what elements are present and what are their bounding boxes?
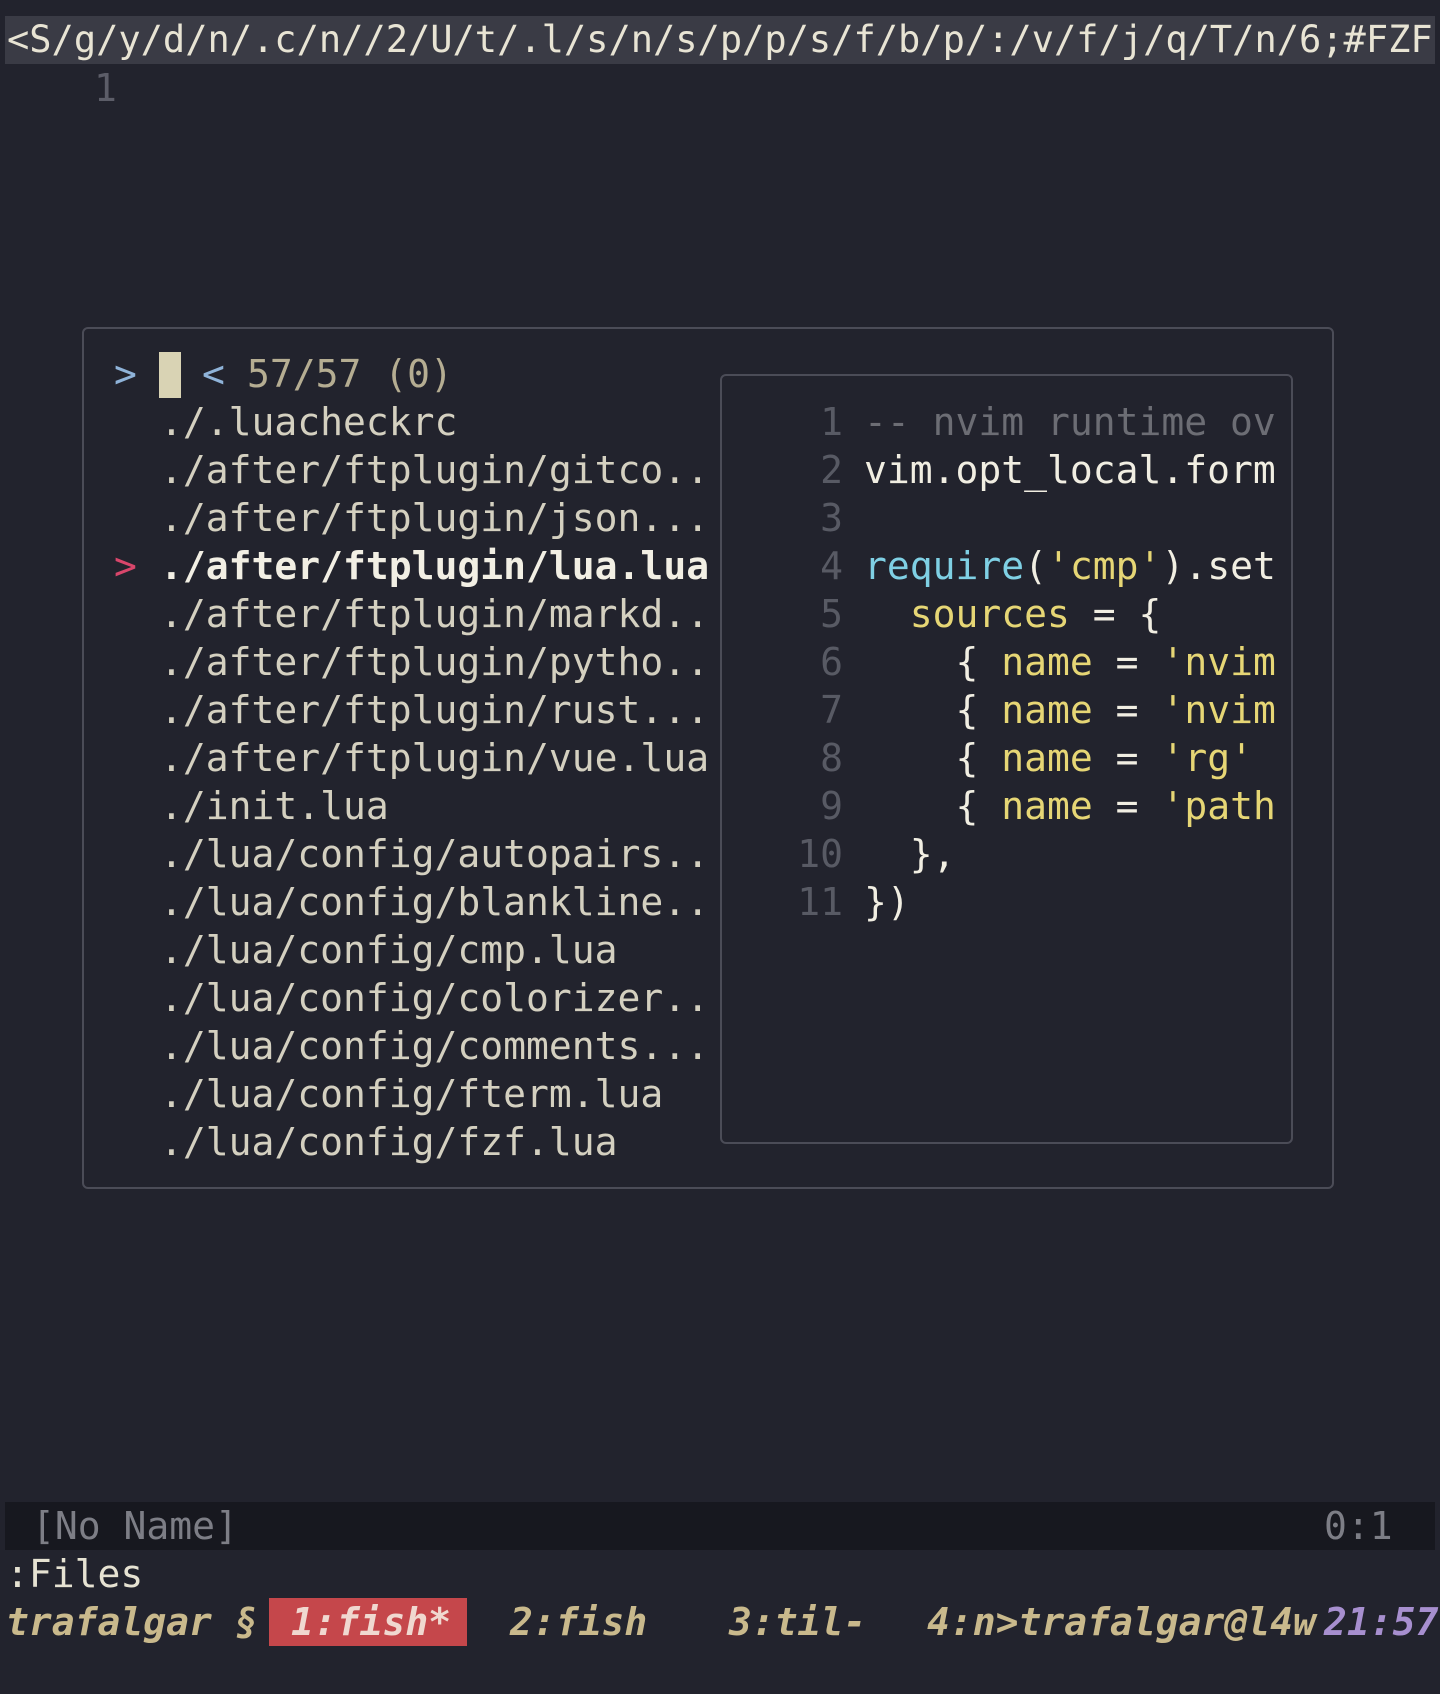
preview-line-number: 9 bbox=[820, 784, 843, 828]
code-key: name bbox=[1001, 784, 1093, 828]
code-key: sources bbox=[864, 592, 1070, 636]
fzf-file-item[interactable]: ./after/ftplugin/gitco.. bbox=[160, 446, 709, 494]
preview-code-line: require('cmp').set bbox=[864, 542, 1276, 590]
code-punct: ).set bbox=[1161, 544, 1276, 588]
fzf-file-item[interactable]: ./after/ftplugin/vue.lua bbox=[160, 734, 709, 782]
tmux-clock: 21:57 bbox=[1324, 1600, 1439, 1644]
preview-code-line: { name = 'rg' bbox=[864, 734, 1253, 782]
command-line[interactable]: :Files bbox=[6, 1550, 143, 1598]
preview-line-number: 1 bbox=[820, 400, 843, 444]
tmux-window-3[interactable]: 3:til- bbox=[729, 1598, 866, 1646]
fzf-file-item[interactable]: ./lua/config/fterm.lua bbox=[160, 1070, 663, 1118]
code-string: 'path bbox=[1161, 784, 1276, 828]
tabline-title: <S/g/y/d/n/.c/n//2/U/t/.l/s/n/s/p/p/s/f/… bbox=[7, 18, 1433, 61]
fzf-file-item[interactable]: ./after/ftplugin/json... bbox=[160, 494, 709, 542]
fzf-file-item[interactable]: ./after/ftplugin/rust... bbox=[160, 686, 709, 734]
fzf-file-item[interactable]: ./lua/config/cmp.lua bbox=[160, 926, 618, 974]
tmux-session-name: trafalgar § bbox=[6, 1600, 258, 1644]
tmux-window-1-active[interactable]: 1:fish* bbox=[269, 1598, 467, 1646]
tabline: <S/g/y/d/n/.c/n//2/U/t/.l/s/n/s/p/p/s/f/… bbox=[5, 16, 1435, 64]
tmux-window-1-label: 1:fish* bbox=[291, 1600, 452, 1644]
code-punct: = { bbox=[1069, 592, 1162, 636]
preview-code-line: -- nvim runtime ov bbox=[864, 398, 1276, 446]
preview-line-number: 10 bbox=[797, 832, 843, 876]
preview-code-line: { name = 'path bbox=[864, 782, 1276, 830]
fzf-query-input[interactable] bbox=[159, 352, 181, 398]
fzf-prompt-caret: > bbox=[114, 352, 137, 396]
code-key: name bbox=[1001, 688, 1093, 732]
preview-line-number: 5 bbox=[820, 592, 843, 636]
code-comment: -- nvim runtime ov bbox=[864, 400, 1276, 444]
code-string: 'nvim bbox=[1161, 688, 1276, 732]
preview-line-number: 6 bbox=[820, 640, 843, 684]
fzf-file-item[interactable]: ./lua/config/colorizer.. bbox=[160, 974, 709, 1022]
fzf-match-count: 57/57 (0) bbox=[247, 352, 453, 396]
preview-code-line: }) bbox=[864, 880, 910, 924]
fzf-back-marker: < bbox=[202, 352, 225, 396]
tmux-window-2[interactable]: 2:fish bbox=[510, 1598, 647, 1646]
fzf-file-item[interactable]: ./lua/config/autopairs.. bbox=[160, 830, 709, 878]
code-punct: = bbox=[1092, 736, 1162, 780]
preview-line-number: 7 bbox=[820, 688, 843, 732]
tmux-window-4[interactable]: 4:n>trafalgar@l4w bbox=[927, 1598, 1316, 1646]
code-string: 'nvim bbox=[1161, 640, 1276, 684]
fzf-file-item[interactable]: ./lua/config/fzf.lua bbox=[160, 1118, 618, 1166]
fzf-file-item[interactable]: ./.luacheckrc bbox=[160, 398, 457, 446]
fzf-file-item-selected[interactable]: ./after/ftplugin/lua.lua bbox=[160, 542, 709, 590]
code-punct: { bbox=[864, 784, 1002, 828]
preview-code-line: vim.opt_local.form bbox=[864, 448, 1276, 492]
code-string: 'cmp' bbox=[1047, 544, 1162, 588]
fzf-selection-marker: > bbox=[114, 544, 137, 588]
code-punct: ( bbox=[1024, 544, 1048, 588]
preview-line-number: 2 bbox=[820, 448, 843, 492]
code-string: 'rg' bbox=[1161, 736, 1253, 780]
code-punct: = bbox=[1092, 784, 1162, 828]
code-key: name bbox=[1001, 640, 1093, 684]
fzf-file-item[interactable]: ./init.lua bbox=[160, 782, 389, 830]
statusline-position: 0:1 bbox=[1324, 1504, 1393, 1548]
fzf-file-item[interactable]: ./after/ftplugin/pytho.. bbox=[160, 638, 709, 686]
preview-code-line: { name = 'nvim bbox=[864, 686, 1276, 734]
code-punct: { bbox=[864, 688, 1002, 732]
fzf-file-item[interactable]: ./lua/config/comments... bbox=[160, 1022, 709, 1070]
preview-line-number: 4 bbox=[820, 544, 843, 588]
code-punct: = bbox=[1092, 640, 1162, 684]
preview-line-number: 11 bbox=[797, 880, 843, 924]
preview-code-line: }, bbox=[864, 832, 956, 876]
preview-line-number: 8 bbox=[820, 736, 843, 780]
statusline-filename: [No Name] bbox=[32, 1504, 238, 1548]
preview-code-line: { name = 'nvim bbox=[864, 638, 1276, 686]
fzf-file-item[interactable]: ./lua/config/blankline.. bbox=[160, 878, 709, 926]
preview-code-line: sources = { bbox=[864, 590, 1162, 638]
code-punct: { bbox=[864, 640, 1002, 684]
code-punct: { bbox=[864, 736, 1002, 780]
code-key: name bbox=[1001, 736, 1093, 780]
buffer-line-number: 1 bbox=[94, 66, 117, 110]
preview-line-number: 3 bbox=[820, 496, 843, 540]
fzf-file-item[interactable]: ./after/ftplugin/markd.. bbox=[160, 590, 709, 638]
code-punct: = bbox=[1092, 688, 1162, 732]
code-function: require bbox=[864, 544, 1025, 588]
